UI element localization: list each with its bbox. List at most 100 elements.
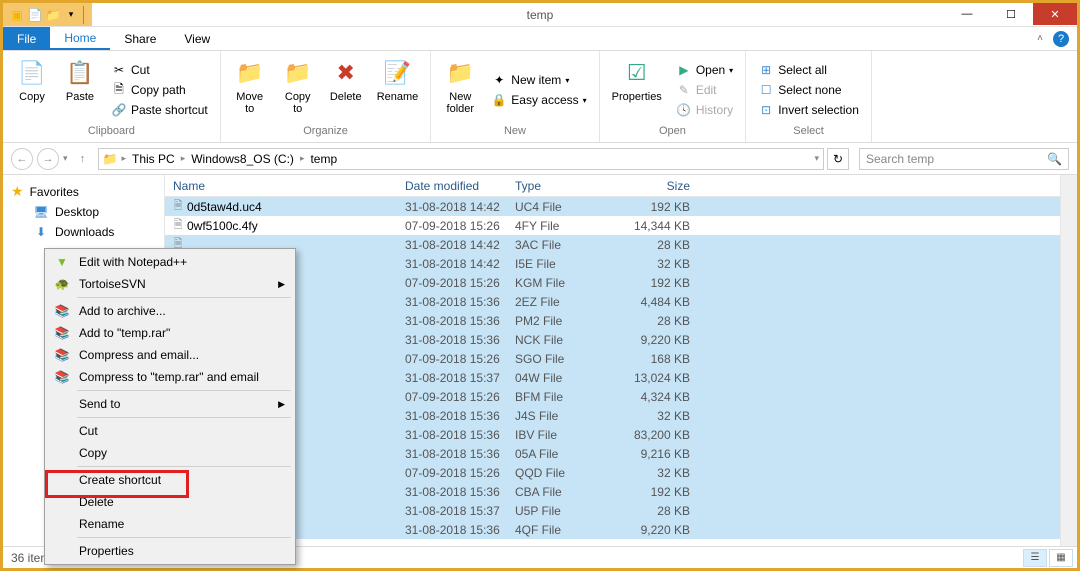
file-size: 28 KB bbox=[620, 314, 690, 328]
col-date-header[interactable]: Date modified bbox=[405, 179, 515, 193]
move-to-button[interactable]: 📁Move to bbox=[229, 55, 271, 125]
back-button[interactable]: ← bbox=[11, 148, 33, 170]
history-button[interactable]: 🕓History bbox=[672, 101, 737, 119]
file-row[interactable]: 🗎31-08-2018 14:423AC File28 KB bbox=[165, 235, 1060, 254]
easy-access-button[interactable]: 🔒Easy access ▾ bbox=[487, 91, 590, 109]
tab-view[interactable]: View bbox=[170, 27, 224, 50]
file-type: KGM File bbox=[515, 276, 620, 290]
file-row[interactable]: 🗎07-09-2018 15:26KGM File192 KB bbox=[165, 273, 1060, 292]
tab-strip: File Home Share View ˄ ? bbox=[3, 27, 1077, 51]
file-row[interactable]: 🗎31-08-2018 15:36CBA File192 KB bbox=[165, 482, 1060, 501]
icons-view-button[interactable]: ▦ bbox=[1049, 549, 1073, 567]
file-row[interactable]: 🗎31-08-2018 15:36PM2 File28 KB bbox=[165, 311, 1060, 330]
file-row[interactable]: 🗎31-08-2018 14:42I5E File32 KB bbox=[165, 254, 1060, 273]
file-row[interactable]: 🗎07-09-2018 15:26SGO File168 KB bbox=[165, 349, 1060, 368]
ribbon-collapse-icon[interactable]: ˄ bbox=[1037, 33, 1043, 44]
ctx-add-archive[interactable]: 📚Add to archive... bbox=[47, 300, 293, 322]
file-row[interactable]: 🗎0d5taw4d.uc431-08-2018 14:42UC4 File192… bbox=[165, 197, 1060, 216]
ctx-delete[interactable]: Delete bbox=[47, 491, 293, 513]
ctx-add-temprar[interactable]: 📚Add to "temp.rar" bbox=[47, 322, 293, 344]
tab-file[interactable]: File bbox=[3, 27, 50, 50]
file-type: 3AC File bbox=[515, 238, 620, 252]
properties-button[interactable]: ☑Properties bbox=[608, 55, 666, 125]
minimize-button[interactable]: — bbox=[945, 3, 989, 25]
select-none-button[interactable]: ☐Select none bbox=[754, 81, 863, 99]
edit-button[interactable]: ✎Edit bbox=[672, 81, 737, 99]
file-row[interactable]: 🗎07-09-2018 15:26QQD File32 KB bbox=[165, 463, 1060, 482]
copy-path-button[interactable]: 🗎Copy path bbox=[107, 81, 212, 99]
tree-downloads[interactable]: ⬇Downloads bbox=[3, 222, 164, 242]
breadcrumb-drive[interactable]: Windows8_OS (C:) bbox=[189, 152, 296, 166]
quick-access-toolbar: ▣ 📄 📁 ▾ bbox=[3, 3, 92, 26]
search-input[interactable]: Search temp 🔍 bbox=[859, 148, 1069, 170]
cut-button[interactable]: ✂Cut bbox=[107, 61, 212, 79]
details-view-button[interactable]: ☰ bbox=[1023, 549, 1047, 567]
breadcrumb-folder[interactable]: temp bbox=[308, 152, 339, 166]
search-icon: 🔍 bbox=[1047, 152, 1062, 166]
maximize-button[interactable]: ☐ bbox=[989, 3, 1033, 25]
address-bar[interactable]: 📁 ▸ This PC ▸ Windows8_OS (C:) ▸ temp ▾ bbox=[98, 148, 824, 170]
properties-icon[interactable]: 📄 bbox=[27, 7, 43, 23]
tab-share[interactable]: Share bbox=[110, 27, 170, 50]
file-date: 31-08-2018 15:36 bbox=[405, 523, 515, 537]
tab-home[interactable]: Home bbox=[50, 27, 110, 50]
open-button[interactable]: ▶Open ▾ bbox=[672, 61, 737, 79]
file-row[interactable]: 🗎0wf5100c.4fy07-09-2018 15:264FY File14,… bbox=[165, 216, 1060, 235]
file-row[interactable]: 🗎31-08-2018 15:3605A File9,216 KB bbox=[165, 444, 1060, 463]
group-open-label: Open bbox=[659, 125, 686, 139]
col-name-header[interactable]: Name bbox=[165, 179, 405, 193]
delete-button[interactable]: ✖Delete bbox=[325, 55, 367, 125]
file-row[interactable]: 🗎31-08-2018 15:362EZ File4,484 KB bbox=[165, 292, 1060, 311]
recent-dropdown-icon[interactable]: ▾ bbox=[63, 153, 68, 164]
file-row[interactable]: 🗎31-08-2018 15:36J4S File32 KB bbox=[165, 406, 1060, 425]
file-row[interactable]: 🗎31-08-2018 15:36NCK File9,220 KB bbox=[165, 330, 1060, 349]
ctx-rename[interactable]: Rename bbox=[47, 513, 293, 535]
copy-button[interactable]: 📄Copy bbox=[11, 55, 53, 125]
close-button[interactable]: ✕ bbox=[1033, 3, 1077, 25]
file-type: NCK File bbox=[515, 333, 620, 347]
copy-to-button[interactable]: 📁Copy to bbox=[277, 55, 319, 125]
file-row[interactable]: 🗎31-08-2018 15:364QF File9,220 KB bbox=[165, 520, 1060, 539]
ctx-send-to[interactable]: Send to▶ bbox=[47, 393, 293, 415]
ctx-create-shortcut[interactable]: Create shortcut bbox=[47, 469, 293, 491]
file-type: 04W File bbox=[515, 371, 620, 385]
file-date: 07-09-2018 15:26 bbox=[405, 276, 515, 290]
col-size-header[interactable]: Size bbox=[620, 179, 690, 193]
tree-desktop[interactable]: 🖥Desktop bbox=[3, 202, 164, 222]
ctx-cut[interactable]: Cut bbox=[47, 420, 293, 442]
folder-icon[interactable]: 📁 bbox=[45, 7, 61, 23]
paste-button[interactable]: 📋Paste bbox=[59, 55, 101, 125]
qat-dropdown-icon[interactable]: ▾ bbox=[63, 7, 79, 23]
ctx-compress-temprar-email[interactable]: 📚Compress to "temp.rar" and email bbox=[47, 366, 293, 388]
forward-button[interactable]: → bbox=[37, 148, 59, 170]
file-date: 31-08-2018 15:36 bbox=[405, 428, 515, 442]
tree-favorites[interactable]: ★Favorites bbox=[3, 181, 164, 202]
ctx-compress-email[interactable]: 📚Compress and email... bbox=[47, 344, 293, 366]
invert-selection-button[interactable]: ⊡Invert selection bbox=[754, 101, 863, 119]
file-date: 07-09-2018 15:26 bbox=[405, 352, 515, 366]
file-date: 07-09-2018 15:26 bbox=[405, 466, 515, 480]
address-dropdown-icon[interactable]: ▾ bbox=[814, 153, 819, 164]
file-row[interactable]: 🗎31-08-2018 15:3704W File13,024 KB bbox=[165, 368, 1060, 387]
ctx-copy[interactable]: Copy bbox=[47, 442, 293, 464]
file-type: UC4 File bbox=[515, 200, 620, 214]
ctx-tortoisesvn[interactable]: 🐢TortoiseSVN▶ bbox=[47, 273, 293, 295]
new-item-button[interactable]: ✦New item ▾ bbox=[487, 71, 590, 89]
ctx-properties[interactable]: Properties bbox=[47, 540, 293, 562]
group-organize-label: Organize bbox=[303, 125, 348, 139]
paste-shortcut-button[interactable]: 🔗Paste shortcut bbox=[107, 101, 212, 119]
file-row[interactable]: 🗎31-08-2018 15:37U5P File28 KB bbox=[165, 501, 1060, 520]
select-all-button[interactable]: ⊞Select all bbox=[754, 61, 863, 79]
up-button[interactable]: ↑ bbox=[72, 148, 94, 170]
file-row[interactable]: 🗎07-09-2018 15:26BFM File4,324 KB bbox=[165, 387, 1060, 406]
rename-button[interactable]: 📝Rename bbox=[373, 55, 423, 125]
file-row[interactable]: 🗎31-08-2018 15:36IBV File83,200 KB bbox=[165, 425, 1060, 444]
refresh-button[interactable]: ↻ bbox=[827, 148, 849, 170]
vertical-scrollbar[interactable] bbox=[1060, 175, 1077, 546]
col-type-header[interactable]: Type bbox=[515, 179, 620, 193]
ctx-edit-notepadpp[interactable]: ▼Edit with Notepad++ bbox=[47, 251, 293, 273]
breadcrumb-thispc[interactable]: This PC bbox=[130, 152, 177, 166]
help-icon[interactable]: ? bbox=[1053, 31, 1069, 47]
new-folder-button[interactable]: 📁New folder bbox=[439, 55, 481, 125]
file-icon: 🗎 bbox=[169, 216, 187, 235]
